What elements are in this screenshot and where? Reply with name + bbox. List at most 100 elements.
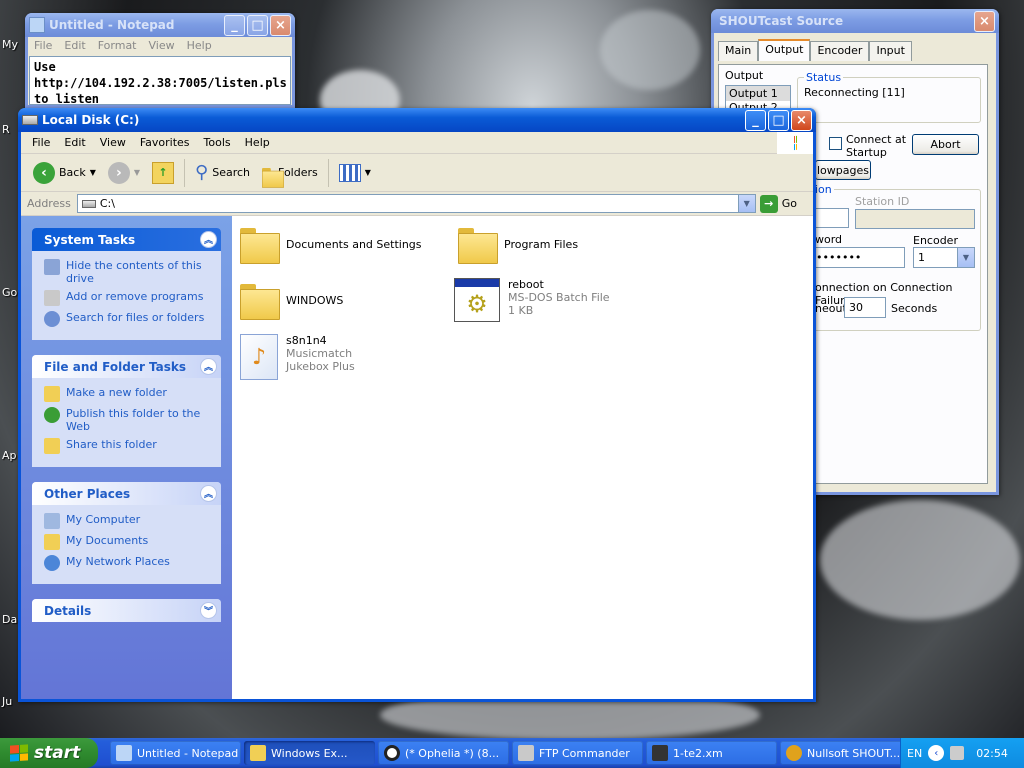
place-my-computer[interactable]: My Computer xyxy=(44,513,211,529)
password-field[interactable]: ••••••• xyxy=(811,247,905,268)
notepad-text-area[interactable]: Use http://104.192.2.38:7005/listen.pls … xyxy=(29,56,291,105)
chevron-down-icon[interactable]: ︾ xyxy=(200,602,217,619)
desktop-artwork xyxy=(820,500,1020,620)
task-share-folder[interactable]: Share this folder xyxy=(44,438,211,454)
views-button[interactable]: ▼ xyxy=(333,157,377,189)
up-button[interactable]: ↑ xyxy=(146,157,180,189)
chevron-up-icon[interactable]: ︽ xyxy=(200,358,217,375)
desktop-icon-label[interactable]: Ju xyxy=(2,695,12,708)
search-button[interactable]: ⚲ Search xyxy=(189,157,256,189)
search-icon xyxy=(44,311,60,327)
tab-main[interactable]: Main xyxy=(718,41,759,61)
maximize-button[interactable]: □ xyxy=(768,109,789,131)
output-list-item[interactable]: Output 1 xyxy=(726,86,790,101)
yellowpages-button[interactable]: lowpages xyxy=(815,160,871,180)
encoder-select[interactable]: 1 ▼ xyxy=(913,247,975,268)
menu-edit[interactable]: Edit xyxy=(64,39,85,54)
place-my-documents[interactable]: My Documents xyxy=(44,534,211,550)
folders-button[interactable]: Folders xyxy=(256,157,324,189)
taskbar-item-ftp-commander[interactable]: FTP Commander xyxy=(512,741,643,765)
chevron-down-icon[interactable]: ▼ xyxy=(957,248,974,267)
other-places-header[interactable]: Other Places ︽ xyxy=(32,482,221,505)
explorer-titlebar[interactable]: Local Disk (C:) _ □ × xyxy=(18,108,816,132)
task-new-folder[interactable]: Make a new folder xyxy=(44,386,211,402)
task-publish-web[interactable]: Publish this folder to the Web xyxy=(44,407,211,433)
taskbar: start Untitled - Notepad Windows Ex... (… xyxy=(0,738,1024,768)
menu-file[interactable]: File xyxy=(34,39,52,54)
computer-icon xyxy=(44,513,60,529)
toolbar-separator xyxy=(184,158,186,187)
maximize-button[interactable]: □ xyxy=(247,14,268,36)
menu-edit[interactable]: Edit xyxy=(57,136,92,149)
connect-at-startup-checkbox[interactable] xyxy=(829,137,842,150)
place-my-network[interactable]: My Network Places xyxy=(44,555,211,571)
menu-view[interactable]: View xyxy=(149,39,175,54)
address-input[interactable]: C:\ ▼ xyxy=(76,194,756,213)
file-type: MS-DOS Batch File xyxy=(508,291,610,304)
menu-file[interactable]: File xyxy=(25,136,57,149)
minimize-button[interactable]: _ xyxy=(745,109,766,131)
forward-button[interactable]: › ▼ xyxy=(102,157,146,189)
taskbar-item-shoutcast[interactable]: Nullsoft SHOUT... xyxy=(780,741,911,765)
tab-input[interactable]: Input xyxy=(869,41,912,61)
file-size: 1 KB xyxy=(508,304,534,317)
close-button[interactable]: × xyxy=(270,14,291,36)
desktop-icon-label[interactable]: My xyxy=(2,38,18,51)
chevron-down-icon[interactable]: ▼ xyxy=(90,168,96,177)
task-add-remove-programs[interactable]: Add or remove programs xyxy=(44,290,211,306)
tray-app-icon[interactable] xyxy=(950,746,965,760)
desktop-artwork xyxy=(600,10,700,90)
explorer-window[interactable]: Local Disk (C:) _ □ × File Edit View Fav… xyxy=(18,108,816,702)
desktop-icon-label[interactable]: Ap xyxy=(2,449,17,462)
shoutcast-titlebar[interactable]: SHOUTcast Source × xyxy=(711,9,999,33)
file-item-documents-and-settings[interactable]: Documents and Settings xyxy=(240,224,422,264)
desktop-icon-label[interactable]: Da xyxy=(2,613,17,626)
taskbar-item-explorer[interactable]: Windows Ex... xyxy=(244,741,375,765)
menu-format[interactable]: Format xyxy=(98,39,137,54)
notepad-window[interactable]: Untitled - Notepad _ □ × File Edit Forma… xyxy=(25,13,295,108)
menu-help[interactable]: Help xyxy=(187,39,212,54)
menu-favorites[interactable]: Favorites xyxy=(133,136,197,149)
close-button[interactable]: × xyxy=(974,10,995,32)
go-button[interactable]: → Go xyxy=(759,194,807,213)
taskbar-item-label: Nullsoft SHOUT... xyxy=(807,746,901,760)
file-folder-tasks-header[interactable]: File and Folder Tasks ︽ xyxy=(32,355,221,378)
tab-encoder[interactable]: Encoder xyxy=(810,41,870,61)
language-indicator[interactable]: EN xyxy=(907,747,922,760)
menu-help[interactable]: Help xyxy=(238,136,277,149)
notepad-titlebar[interactable]: Untitled - Notepad _ □ × xyxy=(25,13,295,37)
taskbar-item-media-player[interactable]: (* Ophelia *) (8... xyxy=(378,741,509,765)
task-search-files[interactable]: Search for files or folders xyxy=(44,311,211,327)
abort-button[interactable]: Abort xyxy=(912,134,979,155)
station-id-field[interactable] xyxy=(855,209,975,229)
desktop-icon-label[interactable]: Go xyxy=(2,286,17,299)
notepad-app-icon xyxy=(29,17,45,33)
system-tasks-header[interactable]: System Tasks ︽ xyxy=(32,228,221,251)
address-field[interactable] xyxy=(811,208,849,228)
chevron-down-icon[interactable]: ▼ xyxy=(365,168,371,177)
file-item-reboot[interactable]: ⚙ reboot MS-DOS Batch File 1 KB xyxy=(454,278,610,322)
timeout-field[interactable]: 30 xyxy=(844,297,886,318)
search-label: Search xyxy=(212,166,251,179)
menu-tools[interactable]: Tools xyxy=(197,136,238,149)
chevron-down-icon[interactable]: ▼ xyxy=(737,195,755,212)
minimize-button[interactable]: _ xyxy=(224,14,245,36)
details-header[interactable]: Details ︾ xyxy=(32,599,221,622)
chevron-left-icon[interactable]: ‹ xyxy=(928,745,945,761)
task-hide-contents[interactable]: Hide the contents of this drive xyxy=(44,259,211,285)
file-item-program-files[interactable]: Program Files xyxy=(458,224,578,264)
file-item-s8n1n4[interactable]: ♪ s8n1n4 Musicmatch Jukebox Plus xyxy=(240,334,355,380)
desktop-icon-label[interactable]: R xyxy=(2,123,10,136)
taskbar-item-notepad[interactable]: Untitled - Notepad xyxy=(110,741,241,765)
windows-logo-icon xyxy=(10,744,28,762)
start-button[interactable]: start xyxy=(0,738,98,768)
close-button[interactable]: × xyxy=(791,109,812,131)
back-button[interactable]: ‹ Back ▼ xyxy=(27,157,102,189)
chevron-up-icon[interactable]: ︽ xyxy=(200,231,217,248)
clock[interactable]: 02:54 xyxy=(976,747,1008,760)
menu-view[interactable]: View xyxy=(93,136,133,149)
file-item-windows[interactable]: WINDOWS xyxy=(240,280,343,320)
chevron-up-icon[interactable]: ︽ xyxy=(200,485,217,502)
tab-output[interactable]: Output xyxy=(758,39,811,61)
taskbar-item-xm[interactable]: 1-te2.xm xyxy=(646,741,777,765)
